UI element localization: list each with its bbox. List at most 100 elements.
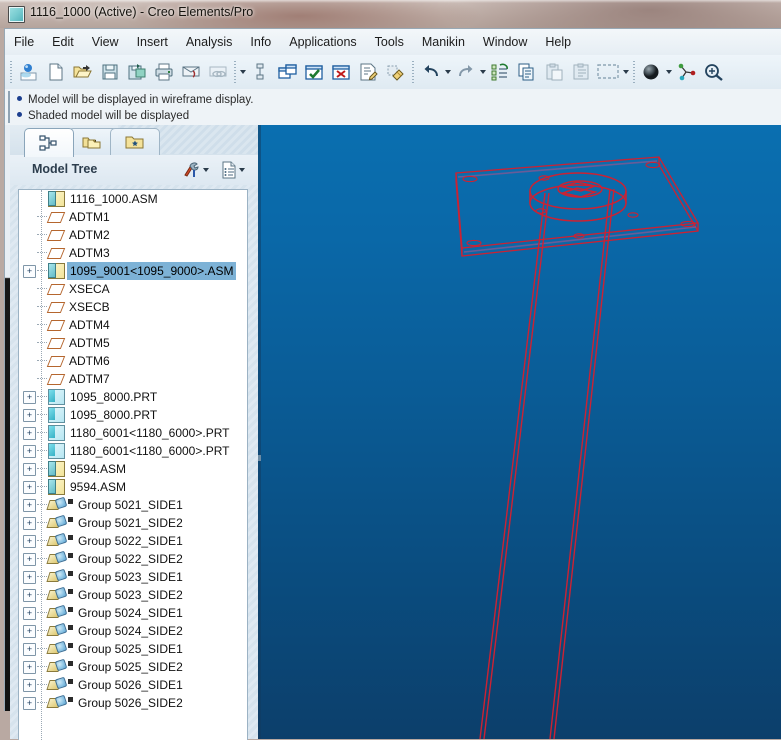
expand-node-icon[interactable]: +	[23, 570, 36, 584]
expand-node-icon[interactable]: +	[23, 264, 36, 278]
part-icon	[48, 425, 65, 441]
expand-node-icon[interactable]: +	[23, 624, 36, 638]
main-window: File Edit View Insert Analysis Info Appl…	[4, 28, 781, 740]
tree-row[interactable]: +1095_8000.PRT	[19, 388, 247, 406]
expand-node-icon[interactable]: +	[23, 480, 36, 494]
tree-row[interactable]: ADTM7	[19, 370, 247, 388]
datum-display-chevron-icon[interactable]	[239, 61, 247, 83]
delete-window-icon[interactable]	[328, 58, 355, 86]
settings-tools-icon[interactable]	[180, 159, 202, 180]
regen-model-icon[interactable]	[487, 58, 514, 86]
menu-window[interactable]: Window	[474, 31, 536, 53]
send-mail-icon[interactable]	[177, 58, 204, 86]
expand-node-icon[interactable]: +	[23, 408, 36, 422]
model-tree-header: Model Tree	[10, 155, 258, 186]
tree-row[interactable]: XSECA	[19, 280, 247, 298]
menu-view[interactable]: View	[83, 31, 128, 53]
expand-node-icon[interactable]: +	[23, 660, 36, 674]
tree-row[interactable]: ADTM2	[19, 226, 247, 244]
menu-insert[interactable]: Insert	[128, 31, 177, 53]
expand-node-icon[interactable]: +	[23, 516, 36, 530]
tree-row[interactable]: + Group 5023_SIDE2	[19, 586, 247, 604]
erase-icon[interactable]	[382, 58, 409, 86]
tree-row[interactable]: + Group 5026_SIDE2	[19, 694, 247, 712]
datum-display-icon[interactable]	[247, 58, 274, 86]
expand-node-icon[interactable]: +	[23, 642, 36, 656]
tree-row[interactable]: +1095_8000.PRT	[19, 406, 247, 424]
tree-row[interactable]: ADTM5	[19, 334, 247, 352]
menu-manikin[interactable]: Manikin	[413, 31, 474, 53]
tree-row[interactable]: +1180_6001<1180_6000>.PRT	[19, 424, 247, 442]
tree-row[interactable]: ADTM4	[19, 316, 247, 334]
tree-row[interactable]: XSECB	[19, 298, 247, 316]
tree-row[interactable]: ADTM3	[19, 244, 247, 262]
tree-row[interactable]: 1116_1000.ASM	[19, 190, 247, 208]
paste-special-icon[interactable]	[568, 58, 595, 86]
shading-icon[interactable]	[638, 58, 665, 86]
annotation-icon[interactable]	[355, 58, 382, 86]
paste-icon[interactable]	[541, 58, 568, 86]
expand-node-icon[interactable]: +	[23, 678, 36, 692]
expand-node-icon[interactable]: +	[23, 534, 36, 548]
graphics-window[interactable]	[258, 125, 781, 739]
menu-applications[interactable]: Applications	[280, 31, 365, 53]
expand-node-icon[interactable]: +	[23, 606, 36, 620]
link-icon[interactable]	[204, 58, 231, 86]
tree-row[interactable]: +1180_6001<1180_6000>.PRT	[19, 442, 247, 460]
tree-row[interactable]: + Group 5021_SIDE2	[19, 514, 247, 532]
favorites-tab[interactable]	[110, 128, 160, 155]
model-tree-tab[interactable]	[24, 128, 74, 157]
tree-row[interactable]: + Group 5026_SIDE1	[19, 676, 247, 694]
tree-row[interactable]: + Group 5025_SIDE2	[19, 658, 247, 676]
open-file-icon[interactable]	[69, 58, 96, 86]
zoom-in-icon[interactable]	[700, 58, 727, 86]
save-icon[interactable]	[96, 58, 123, 86]
menu-info[interactable]: Info	[241, 31, 280, 53]
repaint-icon[interactable]	[15, 58, 42, 86]
copy-icon[interactable]	[514, 58, 541, 86]
undo-chevron-icon[interactable]	[444, 61, 452, 83]
expand-node-icon[interactable]: +	[23, 588, 36, 602]
regenerate-icon[interactable]	[301, 58, 328, 86]
expand-node-icon[interactable]: +	[23, 444, 36, 458]
expand-node-icon[interactable]: +	[23, 426, 36, 440]
expand-node-icon[interactable]: +	[23, 498, 36, 512]
expand-node-icon[interactable]: +	[23, 552, 36, 566]
tree-row[interactable]: +9594.ASM	[19, 478, 247, 496]
menu-tools[interactable]: Tools	[366, 31, 413, 53]
tree-row[interactable]: ADTM6	[19, 352, 247, 370]
shading-chevron-icon[interactable]	[665, 61, 673, 83]
columns-chevron-icon[interactable]	[236, 159, 248, 180]
tree-row[interactable]: + Group 5022_SIDE2	[19, 550, 247, 568]
expand-node-icon[interactable]: +	[23, 696, 36, 710]
redo-icon[interactable]	[452, 58, 479, 86]
tree-row[interactable]: + Group 5024_SIDE1	[19, 604, 247, 622]
menu-help[interactable]: Help	[536, 31, 580, 53]
tree-row[interactable]: + Group 5025_SIDE1	[19, 640, 247, 658]
tree-row-label: 1095_8000.PRT	[70, 408, 158, 422]
model-tree-list[interactable]: 1116_1000.ASM ADTM1 ADTM2 ADTM3 +1095_9001<1…	[19, 190, 247, 712]
select-box-icon[interactable]	[595, 58, 622, 86]
tree-row[interactable]: ADTM1	[19, 208, 247, 226]
menu-file[interactable]: File	[5, 31, 43, 53]
menu-edit[interactable]: Edit	[43, 31, 83, 53]
new-file-icon[interactable]	[42, 58, 69, 86]
redo-chevron-icon[interactable]	[479, 61, 487, 83]
print-icon[interactable]	[150, 58, 177, 86]
menu-analysis[interactable]: Analysis	[177, 31, 242, 53]
tree-row[interactable]: + Group 5023_SIDE1	[19, 568, 247, 586]
datum-axes-icon[interactable]	[673, 58, 700, 86]
tree-row[interactable]: + Group 5021_SIDE1	[19, 496, 247, 514]
model-tree-panel[interactable]: 1116_1000.ASM ADTM1 ADTM2 ADTM3 +1095_9001<1…	[18, 189, 248, 740]
expand-node-icon[interactable]: +	[23, 462, 36, 476]
tree-row[interactable]: +9594.ASM	[19, 460, 247, 478]
tree-row[interactable]: +1095_9001<1095_9000>.ASM	[19, 262, 247, 280]
expand-node-icon[interactable]: +	[23, 390, 36, 404]
new-window-icon[interactable]	[274, 58, 301, 86]
settings-chevron-icon[interactable]	[200, 159, 212, 180]
tree-row[interactable]: + Group 5022_SIDE1	[19, 532, 247, 550]
tree-row[interactable]: + Group 5024_SIDE2	[19, 622, 247, 640]
save-a-copy-icon[interactable]	[123, 58, 150, 86]
undo-icon[interactable]	[417, 58, 444, 86]
select-box-chevron-icon[interactable]	[622, 61, 630, 83]
